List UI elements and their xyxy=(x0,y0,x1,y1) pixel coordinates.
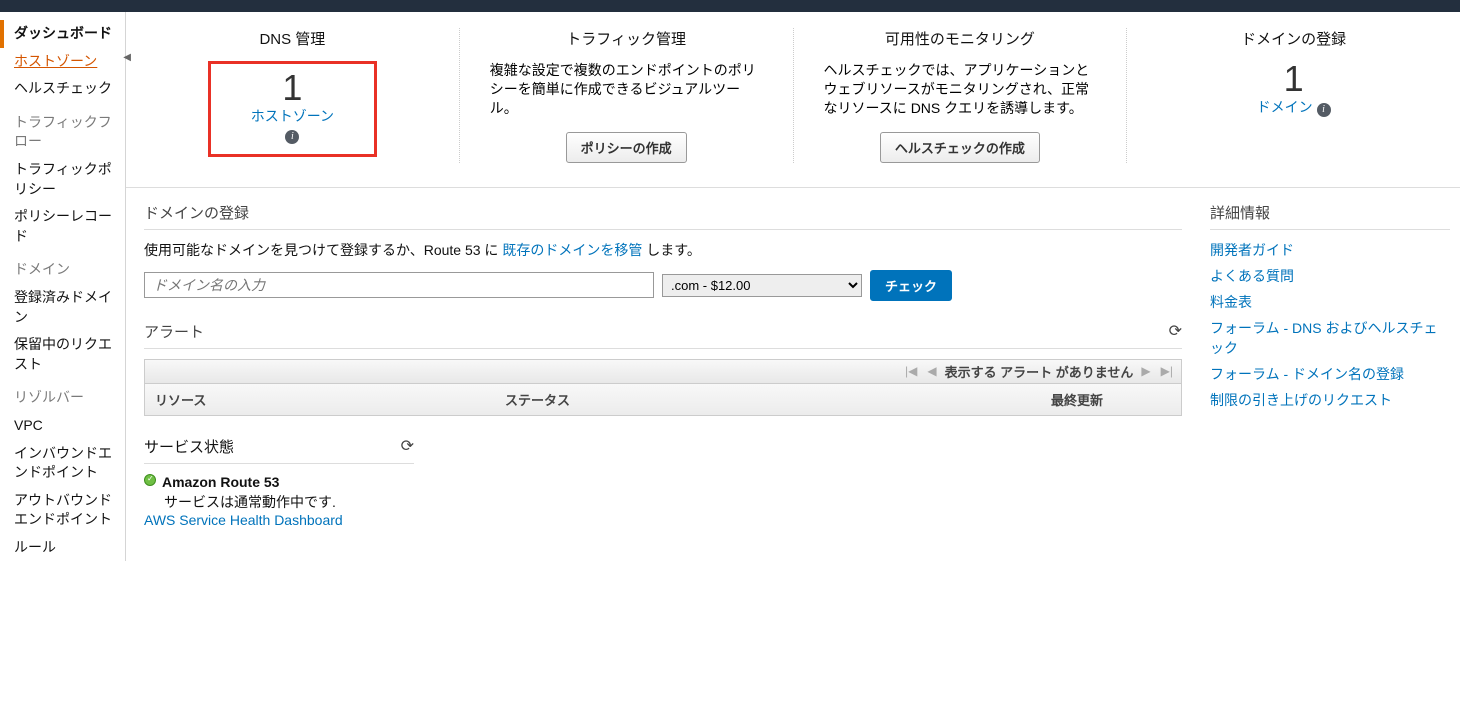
service-health-section: サービス状態 Amazon Route 53 サービスは通常動作中です. AWS… xyxy=(144,436,414,528)
nav-policy-records[interactable]: ポリシーレコード xyxy=(0,203,125,250)
tld-select[interactable]: .com - $12.00 xyxy=(662,274,862,297)
nav-health-checks[interactable]: ヘルスチェック xyxy=(0,75,125,103)
domain-name-input[interactable] xyxy=(144,272,654,298)
info-heading: 詳細情報 xyxy=(1210,202,1270,223)
hosted-zone-link[interactable]: ホストゾーン xyxy=(251,106,334,126)
nav-hosted-zones[interactable]: ホストゾーン xyxy=(0,48,125,76)
info-icon[interactable]: i xyxy=(1317,103,1331,117)
nav-traffic-policies[interactable]: トラフィックポリシー xyxy=(0,156,125,203)
service-health-heading: サービス状態 xyxy=(144,436,234,457)
info-link-pricing[interactable]: 料金表 xyxy=(1210,294,1252,310)
register-domain-heading-text: ドメインの登録 xyxy=(144,202,249,223)
card-availability-monitoring: 可用性のモニタリング ヘルスチェックでは、アプリケーションとウェブリソースがモニ… xyxy=(794,28,1128,163)
alerts-col-resource: リソース xyxy=(145,384,495,415)
register-domain-heading: ドメインの登録 xyxy=(144,202,1182,230)
status-ok-icon xyxy=(144,474,156,486)
nav-outbound-endpoints[interactable]: アウトバウンドエンドポイント xyxy=(0,487,125,534)
alerts-col-status: ステータス xyxy=(495,384,1041,415)
info-link-forum-dns[interactable]: フォーラム - DNS およびヘルスチェック xyxy=(1210,320,1437,356)
nav-dashboard[interactable]: ダッシュボード xyxy=(0,20,125,48)
refresh-icon[interactable] xyxy=(1169,321,1182,341)
page-next-icon[interactable]: ▶ xyxy=(1139,364,1152,378)
register-desc-post: します。 xyxy=(642,242,701,258)
nav-header-domains: ドメイン xyxy=(0,256,125,284)
highlight-hosted-zone-box: 1 ホストゾーン i xyxy=(208,61,377,157)
domain-count: 1 xyxy=(1284,61,1304,97)
check-domain-button[interactable]: チェック xyxy=(870,270,952,301)
card-traffic-desc: 複雑な設定で複数のエンドポイントのポリシーを簡単に作成できるビジュアルツール。 xyxy=(490,61,763,118)
top-bar xyxy=(0,0,1460,12)
info-link-forum-domains[interactable]: フォーラム - ドメイン名の登録 xyxy=(1210,366,1404,382)
nav-pending-requests[interactable]: 保留中のリクエスト xyxy=(0,331,125,378)
nav-inbound-endpoints[interactable]: インバウンドエンドポイント xyxy=(0,440,125,487)
center-column: ドメインの登録 使用可能なドメインを見つけて登録するか、Route 53 に 既… xyxy=(126,188,1200,528)
page-first-icon[interactable]: |◀ xyxy=(903,364,919,378)
refresh-icon[interactable] xyxy=(401,436,414,456)
card-domain-registration: ドメインの登録 1 ドメイン i xyxy=(1127,28,1460,163)
card-traffic-management: トラフィック管理 複雑な設定で複数のエンドポイントのポリシーを簡単に作成できるビ… xyxy=(460,28,794,163)
info-link-faq[interactable]: よくある質問 xyxy=(1210,268,1294,284)
alerts-col-updated: 最終更新 xyxy=(1041,384,1181,415)
card-avail-title: 可用性のモニタリング xyxy=(824,28,1097,49)
info-icon[interactable]: i xyxy=(285,130,299,144)
card-traffic-title: トラフィック管理 xyxy=(490,28,763,49)
summary-cards-row: DNS 管理 1 ホストゾーン i トラフィック管理 複雑な設定で複数のエンドポ… xyxy=(126,20,1460,188)
create-policy-button[interactable]: ポリシーの作成 xyxy=(566,132,687,163)
page-last-icon[interactable]: ▶| xyxy=(1159,364,1175,378)
nav-header-resolver: リゾルバー xyxy=(0,384,125,412)
alerts-heading: アラート xyxy=(144,321,1182,349)
card-dns-title: DNS 管理 xyxy=(156,28,429,49)
domain-link[interactable]: ドメイン xyxy=(1257,99,1313,115)
main-content: DNS 管理 1 ホストゾーン i トラフィック管理 複雑な設定で複数のエンドポ… xyxy=(126,12,1460,561)
service-name: Amazon Route 53 xyxy=(162,474,279,490)
transfer-domain-link[interactable]: 既存のドメインを移管 xyxy=(502,242,642,258)
service-health-dashboard-link[interactable]: AWS Service Health Dashboard xyxy=(144,512,343,528)
info-link-limit-increase[interactable]: 制限の引き上げのリクエスト xyxy=(1210,392,1392,408)
hosted-zone-count: 1 xyxy=(251,70,334,106)
alerts-empty-message: 表示する アラート がありません xyxy=(945,362,1134,381)
nav-header-traffic-flow: トラフィックフロー xyxy=(0,109,125,156)
info-panel: 詳細情報 開発者ガイド よくある質問 料金表 フォーラム - DNS およびヘル… xyxy=(1200,188,1460,528)
nav-registered-domains[interactable]: 登録済みドメイン xyxy=(0,284,125,331)
nav-rules[interactable]: ルール xyxy=(0,534,125,562)
create-health-check-button[interactable]: ヘルスチェックの作成 xyxy=(880,132,1040,163)
alerts-pagination: |◀ ◀ 表示する アラート がありません ▶ ▶| xyxy=(144,359,1182,384)
sidebar: ◀ ダッシュボード ホストゾーン ヘルスチェック トラフィックフロー トラフィッ… xyxy=(0,12,126,561)
card-dns-management: DNS 管理 1 ホストゾーン i xyxy=(126,28,460,163)
info-link-developer-guide[interactable]: 開発者ガイド xyxy=(1210,242,1294,258)
alerts-heading-text: アラート xyxy=(144,321,204,342)
register-desc: 使用可能なドメインを見つけて登録するか、Route 53 に 既存のドメインを移… xyxy=(144,240,1182,260)
card-domain-title: ドメインの登録 xyxy=(1157,28,1430,49)
register-desc-pre: 使用可能なドメインを見つけて登録するか、Route 53 に xyxy=(144,242,502,258)
service-status-text: サービスは通常動作中です. xyxy=(144,492,414,512)
nav-vpc[interactable]: VPC xyxy=(0,412,125,440)
card-avail-desc: ヘルスチェックでは、アプリケーションとウェブリソースがモニタリングされ、正常なリ… xyxy=(824,61,1097,118)
page-prev-icon[interactable]: ◀ xyxy=(925,364,938,378)
alerts-table: |◀ ◀ 表示する アラート がありません ▶ ▶| リソース ステータス 最終… xyxy=(144,359,1182,416)
